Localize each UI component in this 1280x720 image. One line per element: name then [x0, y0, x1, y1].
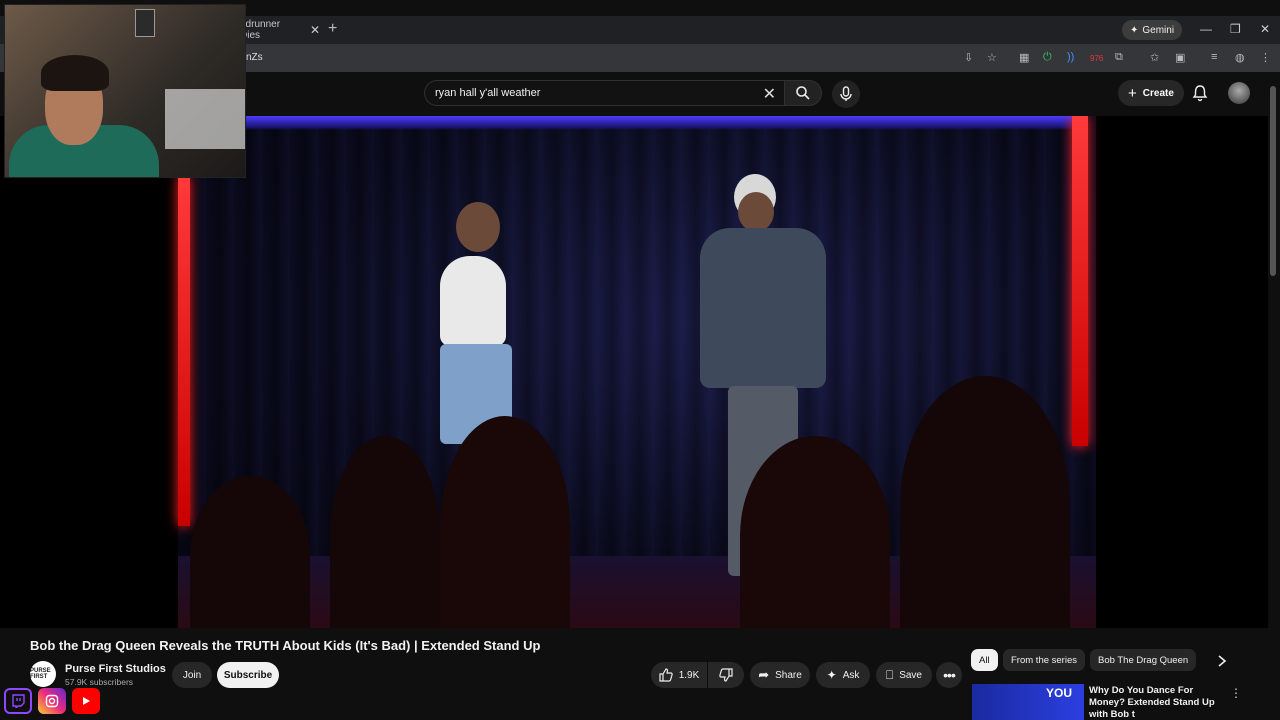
favorites-icon[interactable]: ✩	[1150, 51, 1159, 64]
like-button[interactable]: 1.9K	[651, 662, 707, 688]
channel-name[interactable]: Purse First Studios	[65, 663, 166, 675]
url-text[interactable]: nZs	[246, 52, 263, 63]
plus-icon: +	[1128, 84, 1137, 102]
audience-silhouette	[900, 376, 1070, 628]
search-button[interactable]	[784, 80, 822, 106]
mic-icon	[840, 86, 852, 101]
twitch-icon	[4, 688, 32, 714]
puzzle-icon[interactable]: ⧉	[1115, 51, 1123, 64]
more-vertical-icon[interactable]: ⋮	[1230, 686, 1242, 700]
ask-button[interactable]: ✦ Ask	[816, 662, 870, 688]
search-box: ✕	[424, 80, 784, 106]
performer-right-head	[738, 192, 774, 232]
like-count: 1.9K	[678, 669, 700, 681]
create-label: Create	[1142, 87, 1174, 99]
performer-left-top	[440, 256, 506, 346]
join-label: Join	[182, 669, 202, 681]
save-label: Save	[899, 669, 922, 681]
chip-all[interactable]: All	[971, 649, 998, 671]
gemini-label: Gemini	[1142, 24, 1175, 36]
profile-icon[interactable]: ◍	[1235, 51, 1245, 64]
chip-from-the-series[interactable]: From the series	[1003, 649, 1085, 671]
search-icon	[796, 86, 810, 100]
subscribe-button[interactable]: Subscribe	[217, 662, 279, 688]
performer-right-jacket	[700, 228, 826, 388]
account-avatar[interactable]	[1228, 82, 1250, 104]
neon-light-left	[178, 176, 190, 526]
thumbs-up-icon	[659, 668, 673, 682]
recommendation-thumbnail[interactable]: YOU	[972, 684, 1084, 720]
bookmark-icon: ⎕	[886, 667, 894, 682]
share-icon: ➦	[758, 667, 770, 682]
recommendation-title[interactable]: Why Do You Dance For Money? Extended Sta…	[1089, 685, 1229, 720]
power-extension-icon[interactable]: ⏻	[1043, 51, 1052, 64]
background-shelf	[165, 89, 245, 149]
tab-close-icon[interactable]: ✕	[310, 23, 320, 37]
menu-dots-icon[interactable]: ⋮	[1260, 51, 1271, 64]
subscriber-count: 57.9K subscribers	[65, 677, 134, 687]
stage-light-bar	[200, 116, 1080, 130]
video-title: Bob the Drag Queen Reveals the TRUTH Abo…	[30, 638, 541, 653]
share-button[interactable]: ➦ Share	[750, 662, 810, 688]
subscribe-label: Subscribe	[223, 669, 273, 681]
ask-label: Ask	[842, 669, 860, 681]
more-actions-button[interactable]: •••	[936, 662, 962, 688]
dislike-button[interactable]	[708, 662, 744, 688]
chevron-right-icon[interactable]	[1216, 654, 1228, 668]
notifications-bell-icon[interactable]	[1192, 84, 1208, 102]
voice-search-button[interactable]	[832, 80, 860, 108]
save-button[interactable]: ⎕ Save	[876, 662, 932, 688]
bookmark-star-icon[interactable]: ☆	[987, 51, 997, 64]
audience-silhouette	[440, 416, 570, 628]
maximize-icon[interactable]: ❐	[1230, 22, 1241, 36]
split-view-icon[interactable]: ▣	[1175, 51, 1185, 64]
media-icon[interactable]: ≡	[1211, 51, 1217, 63]
clear-search-icon[interactable]: ✕	[763, 84, 776, 104]
wave-extension-icon[interactable]: ))	[1067, 51, 1074, 63]
page-scrollbar[interactable]	[1270, 86, 1276, 276]
gemini-button[interactable]: ✦ Gemini	[1122, 20, 1183, 40]
chip-bob-the-drag-queen[interactable]: Bob The Drag Queen	[1090, 649, 1197, 671]
badge-extension-icon[interactable]: 976	[1090, 54, 1103, 63]
audience-silhouette	[330, 436, 440, 628]
sparkle-icon: ✦	[826, 668, 837, 682]
performer-left-head	[456, 202, 500, 252]
new-tab-icon[interactable]: +	[328, 20, 337, 38]
extension-icon[interactable]: ▦	[1019, 51, 1029, 64]
share-label: Share	[775, 669, 802, 681]
search-input[interactable]	[425, 81, 725, 105]
more-horizontal-icon: •••	[943, 667, 956, 683]
install-app-icon[interactable]: ⇩	[964, 51, 973, 64]
join-button[interactable]: Join	[172, 662, 212, 688]
sparkle-icon: ✦	[1130, 24, 1139, 36]
audience-silhouette	[740, 436, 890, 628]
close-window-icon[interactable]: ✕	[1260, 22, 1270, 36]
browser-tab[interactable]: edrunner Dies ✕	[240, 16, 320, 44]
thumbs-down-icon	[719, 668, 733, 682]
tab-title: edrunner Dies	[240, 19, 281, 41]
webcam-overlay	[4, 4, 246, 178]
thumbnail-text: YOU	[1046, 686, 1073, 700]
youtube-icon	[72, 688, 100, 714]
video-player[interactable]	[0, 116, 1268, 628]
streamer-hair	[41, 55, 109, 91]
wall-poster	[135, 9, 155, 37]
create-button[interactable]: + Create	[1118, 80, 1184, 106]
minimize-icon[interactable]: —	[1200, 22, 1212, 36]
neon-light-right	[1072, 116, 1088, 446]
channel-avatar[interactable]: PURSE FIRST	[30, 661, 56, 687]
social-icons	[4, 688, 100, 714]
instagram-icon	[38, 688, 66, 714]
audience-silhouette	[190, 476, 310, 628]
